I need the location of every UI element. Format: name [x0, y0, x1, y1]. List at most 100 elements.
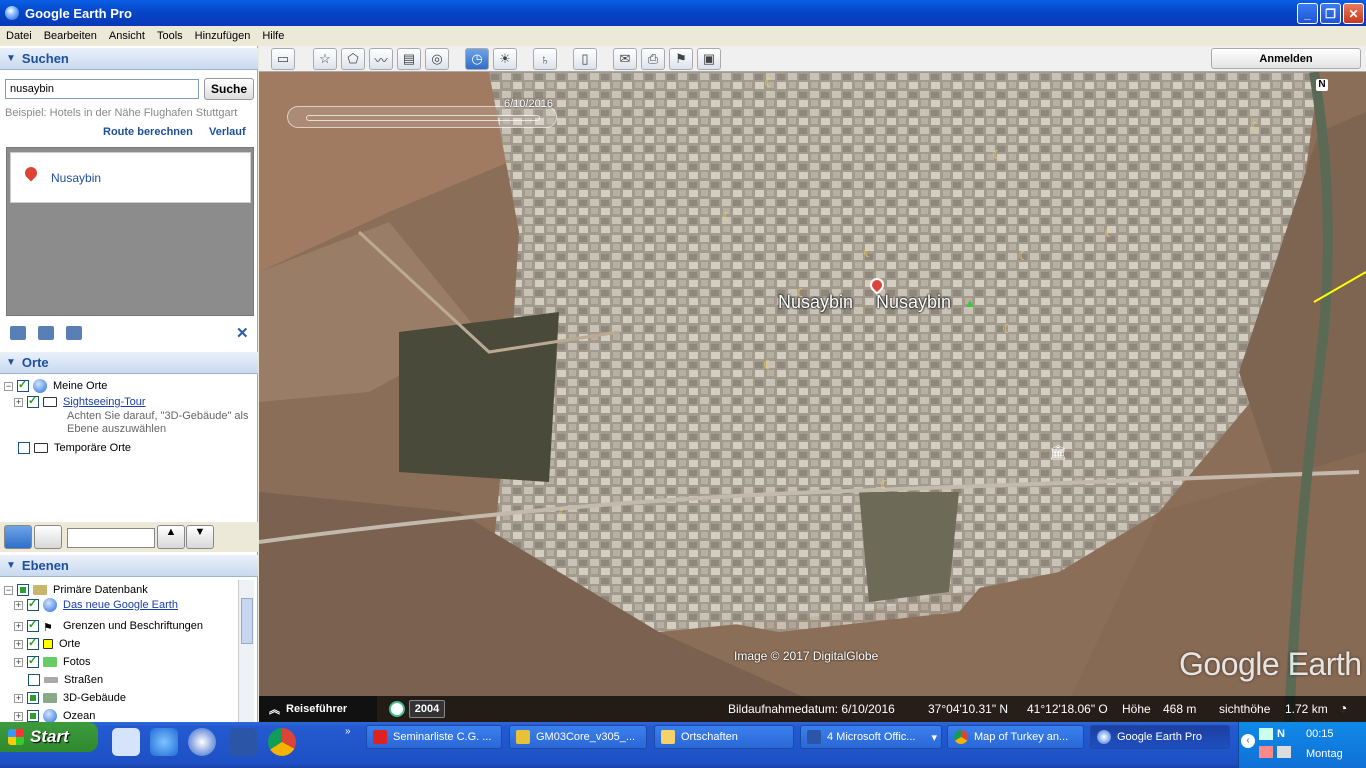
print-map-icon[interactable]: ⎙ [641, 48, 665, 70]
expand-icon[interactable]: + [14, 621, 23, 631]
print-icon[interactable] [66, 326, 82, 340]
search-places-icon[interactable] [4, 525, 32, 549]
save-image-icon[interactable]: ▣ [697, 48, 721, 70]
layers-panel-header[interactable]: ▼ Ebenen [0, 555, 258, 577]
email-icon[interactable]: ✉ [613, 48, 637, 70]
checkbox[interactable] [27, 692, 39, 704]
expand-icon[interactable]: + [14, 397, 23, 407]
layer-3d-buildings[interactable]: +3D-Gebäude [14, 690, 126, 706]
planets-icon[interactable]: ♄ [533, 48, 557, 70]
places-filter-input[interactable] [67, 528, 155, 548]
menu-view[interactable]: Ansicht [103, 30, 151, 42]
add-overlay-icon[interactable]: ▤ [397, 48, 421, 70]
checkbox[interactable] [27, 618, 39, 632]
collapse-icon[interactable]: − [4, 585, 13, 595]
login-button[interactable]: Anmelden [1211, 48, 1361, 69]
record-tour-icon[interactable]: ◎ [425, 48, 449, 70]
imagery-year-button[interactable]: 2004 [409, 700, 445, 718]
mosque-icon[interactable]: ☾ [558, 507, 569, 521]
checkbox[interactable] [27, 597, 39, 611]
task-pdf[interactable]: Seminarliste C.G. ... [366, 725, 502, 749]
time-slider-track[interactable] [306, 115, 540, 121]
add-polygon-icon[interactable]: ⬠ [341, 48, 365, 70]
mosque-icon[interactable]: ☾ [863, 246, 874, 260]
menu-add[interactable]: Hinzufügen [189, 30, 257, 42]
layer-photos[interactable]: +Fotos [14, 654, 91, 670]
chrome-icon[interactable] [268, 728, 296, 756]
ruler-icon[interactable]: ▯ [573, 48, 597, 70]
move-up-icon[interactable]: ▲ [157, 525, 185, 549]
layer-roads[interactable]: Straßen [28, 672, 103, 688]
search-panel-header[interactable]: ▼ Suchen [0, 48, 258, 70]
sunlight-icon[interactable]: ☀ [493, 48, 517, 70]
task-google-earth[interactable]: Google Earth Pro [1090, 725, 1230, 749]
move-down-icon[interactable]: ▼ [186, 525, 214, 549]
collapse-icon[interactable]: − [4, 381, 13, 391]
layers-scrollbar[interactable] [238, 580, 254, 722]
minimize-button[interactable]: _ [1297, 3, 1318, 24]
menu-help[interactable]: Hilfe [256, 30, 290, 42]
historical-clock-icon[interactable] [389, 701, 405, 717]
search-button[interactable]: Suche [204, 78, 254, 100]
history-link[interactable]: Verlauf [209, 126, 246, 138]
mosque-icon[interactable]: ☾ [880, 478, 891, 492]
task-folder[interactable]: Ortschaften [654, 725, 794, 749]
map-view[interactable]: ▭ ☆ ⬠ 〰 ▤ ◎ ◷ ☀ ♄ ▯ ✉ ⎙ ⚑ ▣ Anmelden 6/1… [259, 46, 1366, 722]
desktop-icon[interactable] [112, 728, 140, 756]
historical-imagery-icon[interactable]: ◷ [465, 48, 489, 70]
expand-icon[interactable]: + [14, 657, 23, 667]
n-icon[interactable]: N [1277, 728, 1285, 740]
scroll-thumb[interactable] [241, 598, 253, 644]
internet-explorer-icon[interactable] [150, 728, 178, 756]
north-indicator[interactable]: N [1316, 79, 1328, 91]
checkbox[interactable] [17, 584, 29, 596]
tray-expand-icon[interactable]: ‹ [1241, 734, 1255, 748]
checkbox[interactable] [27, 636, 39, 650]
route-link[interactable]: Route berechnen [103, 126, 193, 138]
satellite-imagery[interactable] [259, 72, 1366, 722]
places-panel-header[interactable]: ▼ Orte [0, 352, 258, 374]
media-player-icon[interactable] [188, 728, 216, 756]
security-icon[interactable] [1259, 746, 1273, 758]
add-placemark-icon[interactable]: ☆ [313, 48, 337, 70]
layer-places[interactable]: +Orte [14, 636, 80, 652]
add-path-icon[interactable]: 〰 [369, 48, 393, 70]
clear-search-icon[interactable]: ✕ [236, 324, 249, 342]
checkbox[interactable] [27, 710, 39, 722]
mosque-icon[interactable]: ☾ [796, 286, 807, 300]
search-result-item[interactable]: Nusaybin [10, 152, 251, 203]
network-icon[interactable] [1259, 728, 1273, 740]
mosque-icon[interactable]: ☾ [992, 148, 1003, 162]
word-icon[interactable] [229, 728, 257, 756]
park-icon[interactable]: ▲ [964, 296, 976, 310]
add-folder-icon[interactable] [10, 326, 26, 340]
menu-tools[interactable]: Tools [151, 30, 189, 42]
expand-icon[interactable]: + [14, 600, 23, 610]
layer-new-earth[interactable]: +Das neue Google Earth [14, 597, 178, 613]
expand-icon[interactable]: + [14, 711, 23, 721]
tree-temporary-places[interactable]: Temporäre Orte [18, 440, 131, 456]
mosque-icon[interactable]: ☾ [1018, 249, 1029, 263]
expand-icon[interactable]: + [14, 693, 23, 703]
copy-icon[interactable] [38, 326, 54, 340]
view-in-maps-icon[interactable]: ⚑ [669, 48, 693, 70]
task-office[interactable]: 4 Microsoft Offic... ▾ [800, 725, 942, 749]
mosque-icon[interactable]: ☾ [764, 76, 775, 90]
menu-file[interactable]: Datei [0, 30, 38, 42]
layer-primary-db[interactable]: − Primäre Datenbank [4, 582, 148, 598]
task-chrome[interactable]: Map of Turkey an... [947, 725, 1084, 749]
tree-my-places[interactable]: −Meine Orte [4, 378, 107, 394]
mosque-icon[interactable]: ☾ [1104, 226, 1115, 240]
mosque-icon[interactable]: ☾ [722, 210, 733, 224]
chevron-icon[interactable]: » [345, 726, 351, 737]
start-button[interactable]: Start [0, 722, 98, 752]
checkbox[interactable] [27, 654, 39, 668]
layer-borders[interactable]: +⚑Grenzen und Beschriftungen [14, 618, 203, 634]
checkbox[interactable] [17, 378, 29, 392]
mosque-icon[interactable]: ☾ [1002, 322, 1013, 336]
toggle-view-icon[interactable] [34, 525, 62, 549]
menu-edit[interactable]: Bearbeiten [38, 30, 103, 42]
task-gm03[interactable]: GM03Core_v305_... [509, 725, 647, 749]
expand-icon[interactable]: + [14, 639, 23, 649]
mosque-icon[interactable]: ☾ [763, 358, 774, 372]
